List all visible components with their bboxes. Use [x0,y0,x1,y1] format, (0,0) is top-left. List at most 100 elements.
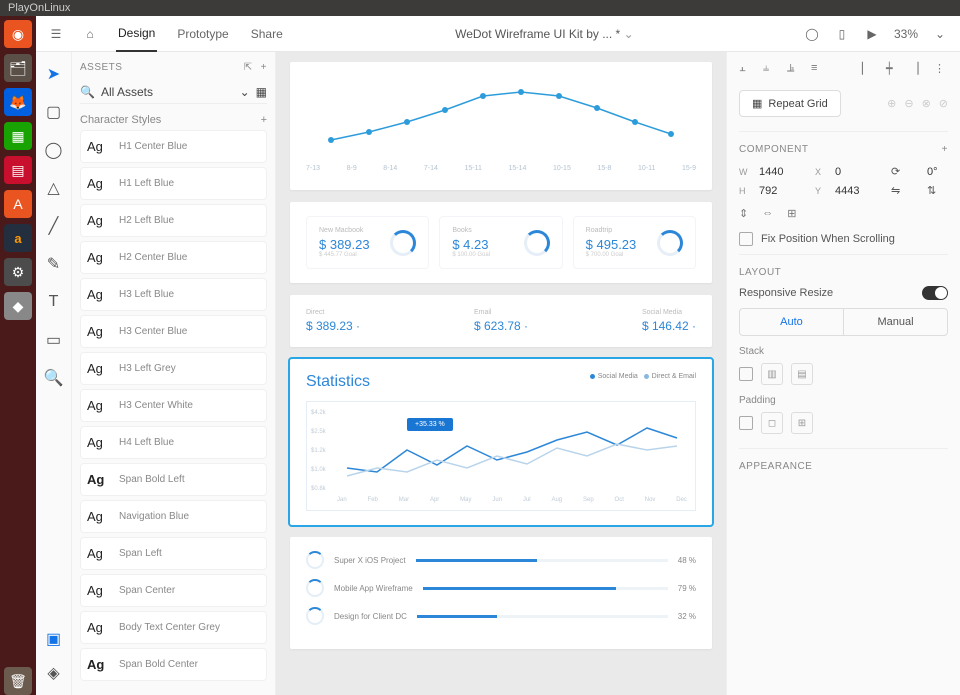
calc-icon[interactable]: ▦ [4,122,32,150]
character-style-item[interactable]: AgH3 Center White [80,389,267,422]
character-style-item[interactable]: AgSpan Bold Left [80,463,267,496]
responsive-toggle[interactable] [922,286,948,300]
stack-h-icon[interactable]: ▤ [791,363,813,385]
height-input[interactable]: 792 [759,185,807,197]
progress-donut-icon [306,579,324,597]
character-style-item[interactable]: AgSpan Bold Center [80,648,267,681]
publish-icon[interactable]: ⇱ [244,62,253,73]
add-component-icon[interactable]: + [942,144,948,155]
tab-design[interactable]: Design [116,16,157,52]
align-vcenter-icon[interactable]: ⫨ [763,62,777,76]
ubuntu-dash-icon[interactable]: ◉ [4,20,32,48]
align-hcenter-icon[interactable]: ┿ [886,62,900,76]
align-left-icon[interactable]: ▏ [862,62,876,76]
character-style-item[interactable]: AgSpan Left [80,537,267,570]
artboard-kpis[interactable]: New Macbook$ 389.23$ 445.77 GoalBooks$ 4… [290,202,712,283]
files-icon[interactable]: 🗂 [4,54,32,82]
tab-share[interactable]: Share [249,17,285,51]
artboard-tool[interactable]: ▭ [44,330,64,350]
artboard-statistics[interactable]: Social Media Direct & Email Statistics $… [290,359,712,525]
resize-mode-segment[interactable]: AutoManual [739,308,948,336]
stack-checkbox[interactable] [739,367,753,381]
scroll-both-icon[interactable]: ⊞ [787,207,796,220]
add-icon[interactable]: ⊕ [887,97,896,110]
artboard-curve-chart[interactable]: 7-138-98-147-1415-1115-1410-1515-810-111… [290,62,712,190]
menu-icon[interactable]: ☰ [48,26,64,42]
subtract-icon[interactable]: ⊖ [904,97,913,110]
zoom-tool[interactable]: 🔍 [44,368,64,388]
x-input[interactable]: 0 [835,166,883,178]
rotation-input[interactable]: 0° [927,166,955,178]
rotate-icon[interactable]: ⟳ [891,165,919,178]
character-style-item[interactable]: AgH2 Center Blue [80,241,267,274]
chevron-down-icon[interactable]: ⌄ [932,26,948,42]
align-top-icon[interactable]: ⫠ [739,62,753,76]
project-row[interactable]: Design for Client DC32 % [306,607,696,625]
amazon-icon[interactable]: a [4,224,32,252]
home-icon[interactable]: ⌂ [82,26,98,42]
character-style-item[interactable]: AgNavigation Blue [80,500,267,533]
project-row[interactable]: Mobile App Wireframe79 % [306,579,696,597]
y-input[interactable]: 4443 [835,185,883,197]
zoom-level[interactable]: 33% [894,27,918,41]
kpi-card[interactable]: Books$ 4.23$ 100.00 Goal [439,216,562,269]
rectangle-tool[interactable]: ▢ [44,102,64,122]
pen-tool[interactable]: ✎ [44,254,64,274]
add-style-icon[interactable]: + [261,114,267,126]
kpi-card[interactable]: Roadtrip$ 495.23$ 700.00 Goal [573,216,696,269]
tab-prototype[interactable]: Prototype [175,17,230,51]
add-asset-icon[interactable]: + [261,62,267,73]
align-right-icon[interactable]: ▕ [910,62,924,76]
canvas[interactable]: 7-138-98-147-1415-1115-1410-1515-810-111… [276,52,726,695]
padding-checkbox[interactable] [739,416,753,430]
document-title[interactable]: WeDot Wireframe UI Kit by ... * ⌄ [303,27,786,41]
select-tool[interactable]: ➤ [44,64,64,84]
assets-panel-icon[interactable]: ▣ [44,629,64,649]
user-icon[interactable]: ◯ [804,26,820,42]
padding-same-icon[interactable]: ◻ [761,412,783,434]
repeat-grid-button[interactable]: ▦Repeat Grid [739,90,841,117]
impress-icon[interactable]: ▤ [4,156,32,184]
character-style-item[interactable]: AgSpan Center [80,574,267,607]
kpi-card[interactable]: New Macbook$ 389.23$ 445.77 Goal [306,216,429,269]
artboard-stats-small[interactable]: Direct$ 389.23 ·Email$ 623.78 ·Social Me… [290,295,712,347]
line-tool[interactable]: ╱ [44,216,64,236]
settings-icon[interactable]: ⚙ [4,258,32,286]
software-icon[interactable]: A [4,190,32,218]
character-style-item[interactable]: AgH3 Left Blue [80,278,267,311]
align-bottom-icon[interactable]: ⫡ [787,62,801,76]
flip-h-icon[interactable]: ⇋ [891,184,919,197]
exclude-icon[interactable]: ⊘ [939,97,948,110]
ellipse-tool[interactable]: ◯ [44,140,64,160]
artboard-projects[interactable]: Super X iOS Project48 % Mobile App Wirefr… [290,537,712,649]
intersect-icon[interactable]: ⊗ [922,97,931,110]
distribute-v-icon[interactable]: ≡ [811,62,825,76]
app-icon[interactable]: ◆ [4,292,32,320]
character-style-item[interactable]: AgH1 Left Blue [80,167,267,200]
padding-separate-icon[interactable]: ⊞ [791,412,813,434]
scroll-v-icon[interactable]: ⇕ [739,207,748,220]
firefox-icon[interactable]: 🦊 [4,88,32,116]
character-style-item[interactable]: AgH4 Left Blue [80,426,267,459]
assets-filter[interactable]: 🔍 All Assets ⌄ ▦ [80,81,267,104]
character-style-item[interactable]: AgH1 Center Blue [80,130,267,163]
layers-panel-icon[interactable]: ◈ [44,663,64,683]
polygon-tool[interactable]: △ [44,178,64,198]
character-style-item[interactable]: AgH3 Center Blue [80,315,267,348]
trash-icon[interactable]: 🗑 [4,667,32,695]
play-icon[interactable]: ▶ [864,26,880,42]
flip-v-icon[interactable]: ⇅ [927,184,955,197]
style-name: H3 Left Blue [119,289,174,300]
width-input[interactable]: 1440 [759,166,807,178]
grid-view-icon[interactable]: ▦ [256,85,267,99]
scroll-h-icon[interactable]: ⇔ [762,207,773,220]
fix-position-checkbox[interactable] [739,232,753,246]
character-style-item[interactable]: AgBody Text Center Grey [80,611,267,644]
distribute-h-icon[interactable]: ⋮ [934,62,948,76]
stack-v-icon[interactable]: ▥ [761,363,783,385]
device-preview-icon[interactable]: ▯ [834,26,850,42]
text-tool[interactable]: T [44,292,64,312]
project-row[interactable]: Super X iOS Project48 % [306,551,696,569]
character-style-item[interactable]: AgH2 Left Blue [80,204,267,237]
character-style-item[interactable]: AgH3 Left Grey [80,352,267,385]
